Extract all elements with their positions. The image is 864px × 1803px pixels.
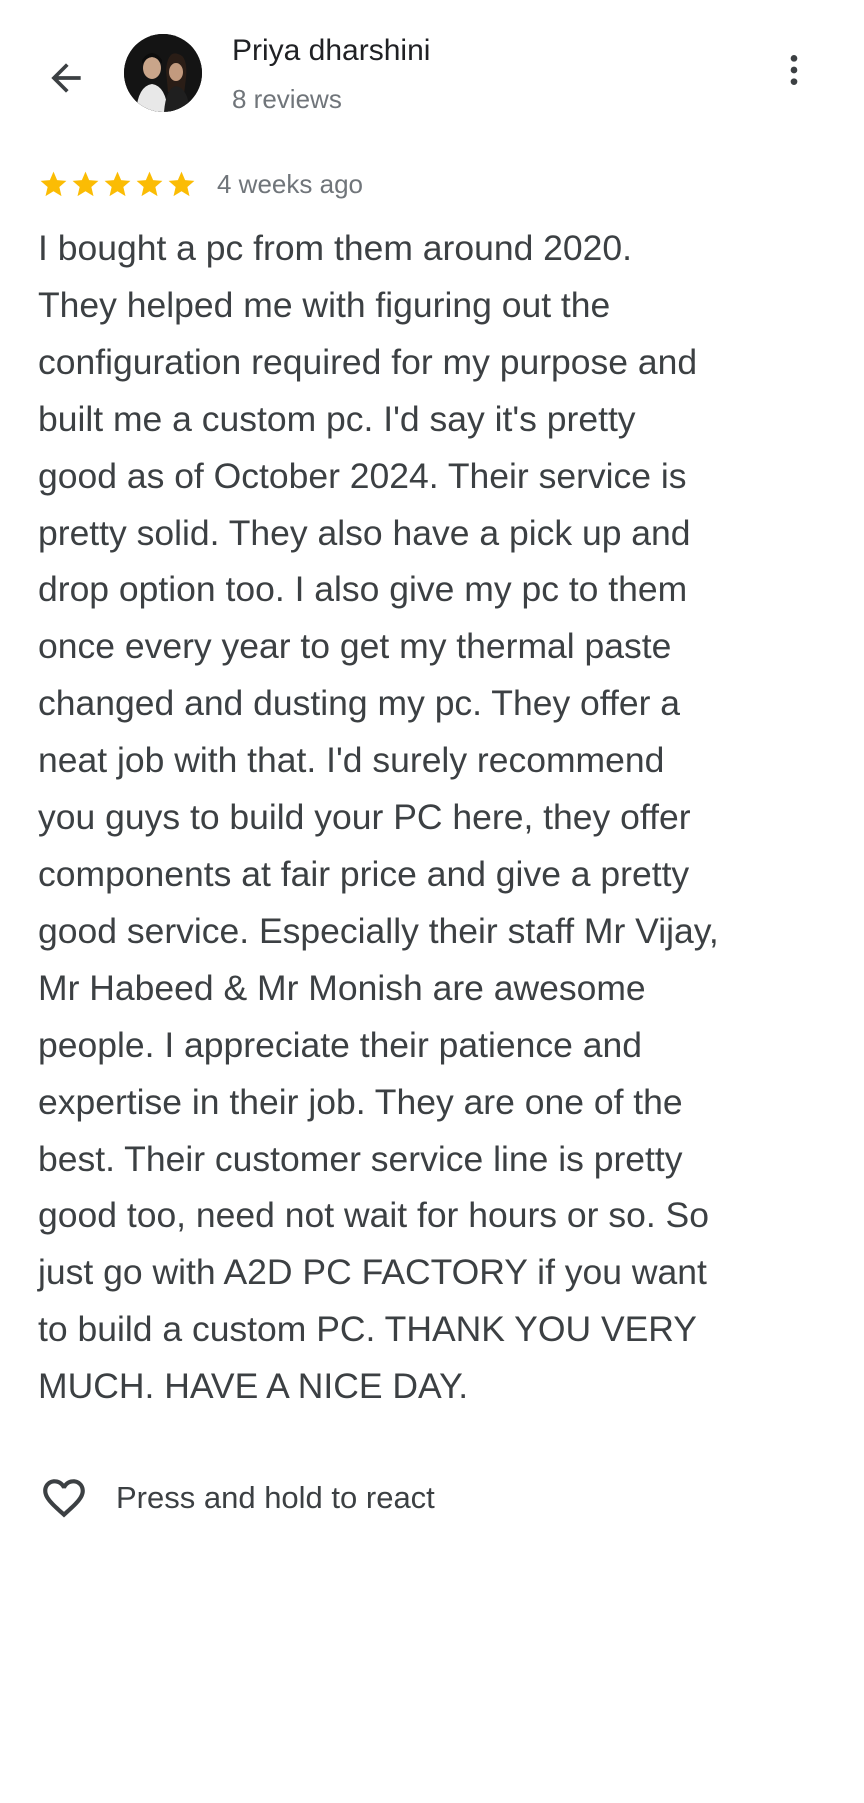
star-icon bbox=[104, 171, 131, 196]
more-options-button[interactable] bbox=[770, 46, 818, 94]
author-review-count: 8 reviews bbox=[232, 84, 342, 114]
author-name[interactable]: Priya dharshini bbox=[232, 34, 430, 68]
review-time: 4 weeks ago bbox=[217, 168, 363, 199]
star-icon bbox=[168, 171, 195, 196]
more-vert-icon bbox=[790, 55, 798, 85]
heart-outline-icon bbox=[38, 1472, 90, 1524]
star-icon bbox=[72, 171, 99, 196]
review-header: Priya dharshini 8 reviews bbox=[0, 0, 864, 160]
rating-row: 4 weeks ago bbox=[38, 164, 363, 204]
react-label: Press and hold to react bbox=[116, 1480, 435, 1515]
avatar[interactable] bbox=[124, 34, 202, 112]
arrow-back-icon bbox=[51, 63, 81, 93]
avatar-photo bbox=[124, 34, 202, 112]
back-button[interactable] bbox=[38, 50, 94, 106]
star-rating bbox=[38, 169, 197, 200]
star-icon bbox=[136, 171, 163, 196]
star-icon bbox=[40, 171, 67, 196]
review-text: I bought a pc from them around 2020. The… bbox=[38, 228, 719, 1407]
react-button[interactable]: Press and hold to react bbox=[38, 1470, 435, 1526]
